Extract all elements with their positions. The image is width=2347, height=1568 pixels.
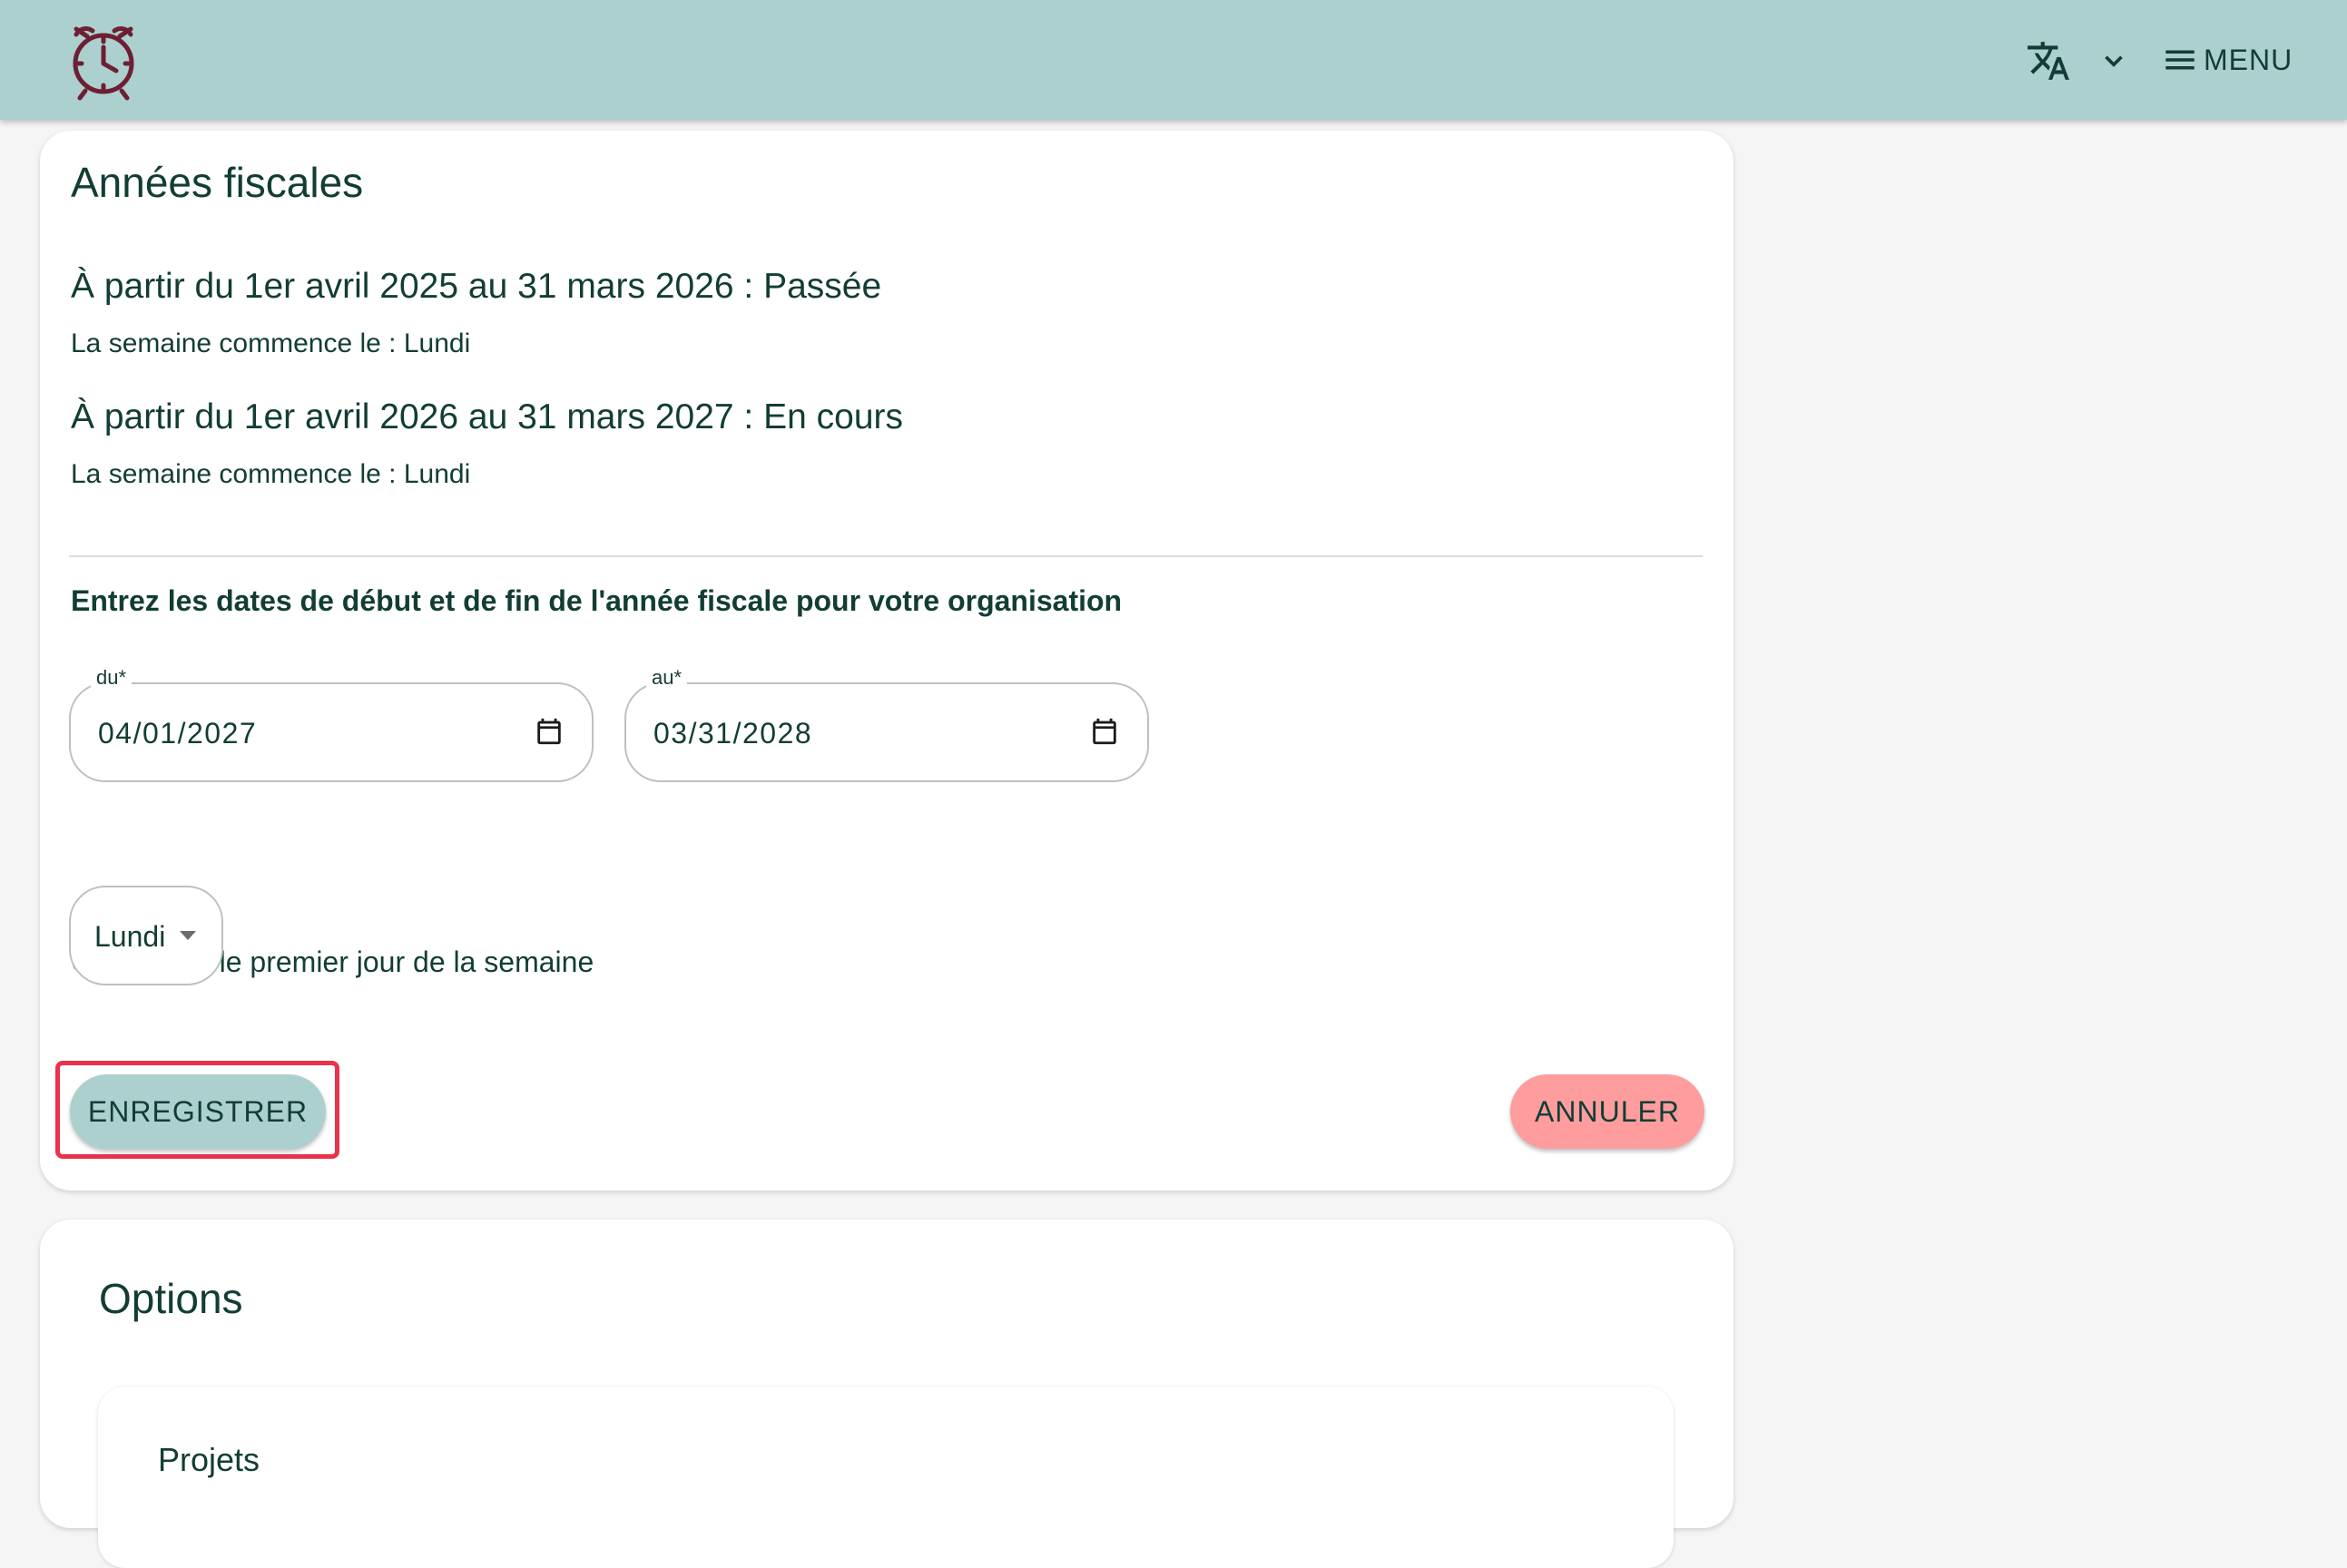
- cancel-button[interactable]: ANNULER: [1510, 1074, 1704, 1149]
- calendar-icon[interactable]: [1089, 715, 1120, 748]
- fiscal-year-period: À partir du 1er avril 2025 au 31 mars 20…: [71, 267, 882, 306]
- menu-button[interactable]: MENU: [2160, 33, 2293, 87]
- calendar-icon[interactable]: [534, 715, 565, 748]
- form-instruction: Entrez les dates de début et de fin de l…: [71, 584, 1123, 617]
- divider: [69, 555, 1703, 557]
- fiscal-years-card: Années fiscales À partir du 1er avril 20…: [40, 131, 1733, 1191]
- chevron-down-icon[interactable]: [2093, 40, 2135, 82]
- fiscal-year-week-start: La semaine commence le : Lundi: [71, 459, 471, 489]
- save-button[interactable]: ENREGISTRER: [70, 1074, 326, 1149]
- hamburger-icon: [2160, 40, 2200, 80]
- start-date-label: du*: [91, 666, 133, 690]
- end-date-label: au*: [646, 666, 688, 690]
- top-app-bar: MENU: [0, 0, 2347, 120]
- translate-icon[interactable]: [2020, 33, 2077, 89]
- projects-title: Projets: [158, 1441, 260, 1478]
- end-date-input[interactable]: 03/31/2028: [653, 717, 812, 750]
- fiscal-year-week-start: La semaine commence le : Lundi: [71, 328, 471, 358]
- end-date-field[interactable]: au* 03/31/2028: [624, 666, 1149, 782]
- start-date-field[interactable]: du* 04/01/2027: [69, 666, 594, 782]
- first-weekday-value: Lundi: [94, 920, 166, 953]
- start-date-input[interactable]: 04/01/2027: [98, 717, 257, 750]
- alarm-clock-icon[interactable]: [65, 18, 142, 102]
- card-title: Années fiscales: [71, 159, 364, 206]
- projects-section: Projets: [98, 1387, 1674, 1568]
- menu-label: MENU: [2204, 43, 2293, 76]
- first-weekday-select[interactable]: Lundi: [69, 886, 223, 985]
- card-title: Options: [99, 1275, 243, 1322]
- options-card: Options Projets: [40, 1220, 1733, 1568]
- fiscal-year-period: À partir du 1er avril 2026 au 31 mars 20…: [71, 397, 903, 436]
- caret-down-icon: [180, 931, 196, 940]
